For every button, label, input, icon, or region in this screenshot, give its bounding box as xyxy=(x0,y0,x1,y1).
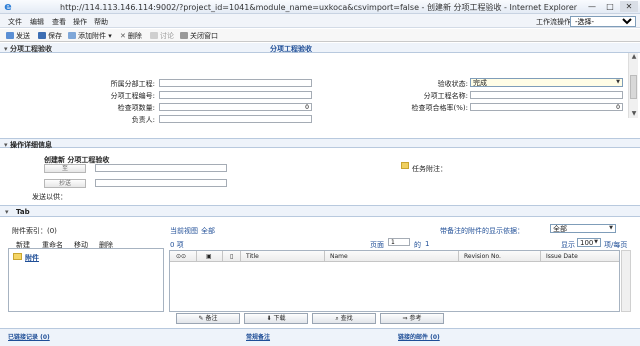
chevron-down-icon: ▼ xyxy=(616,79,620,85)
owner-label: 负责人: xyxy=(131,116,155,124)
sub-project-field[interactable] xyxy=(159,79,312,87)
toolbar: 发送 保存 添加附件 ▾ ✕ 删除 讨论 关闭窗口 xyxy=(0,29,640,42)
scroll-up-icon[interactable]: ▲ xyxy=(629,53,639,61)
current-view-label: 当前视图 xyxy=(170,227,198,235)
delete-button[interactable]: ✕ 删除 xyxy=(120,31,142,41)
menu-action[interactable]: 操作 xyxy=(73,17,87,27)
form-title: 分项工程验收 xyxy=(270,45,312,53)
discuss-icon xyxy=(150,32,158,39)
save-icon xyxy=(38,32,46,39)
folder-attachments[interactable]: 附件 xyxy=(25,253,39,263)
folder-tree: 附件 xyxy=(8,248,164,312)
send-button[interactable]: 发送 xyxy=(6,31,30,41)
per-page-select[interactable]: 100 ▼ xyxy=(577,238,601,247)
note-button[interactable]: ✎ 备注 xyxy=(176,313,240,324)
item-name-field[interactable] xyxy=(470,91,623,99)
item-no-label: 分项工程编号: xyxy=(110,92,155,100)
grid-header: ⊙⊙ ▣ ▯ Title Name Revision No. Issue Dat… xyxy=(170,251,619,262)
title-bar: e http://114.113.146.114:9002/?project_i… xyxy=(0,0,640,14)
attachment-grid: ⊙⊙ ▣ ▯ Title Name Revision No. Issue Dat… xyxy=(169,250,620,312)
menu-view[interactable]: 查看 xyxy=(52,17,66,27)
workflow-label: 工作流操作 xyxy=(536,18,571,26)
tracked-records-link[interactable]: 已链接记录 (0) xyxy=(8,332,50,341)
item-count: 0 项 xyxy=(170,241,184,249)
cc-field[interactable] xyxy=(95,179,227,187)
maximize-button[interactable]: □ xyxy=(602,1,618,12)
reference-button[interactable]: ⇒ 参考 xyxy=(380,313,444,324)
delete-x-icon: ✕ xyxy=(120,32,126,40)
detail-header: ▾ 操作详细信息 xyxy=(0,138,640,149)
cc-button[interactable]: 抄送 xyxy=(44,179,86,188)
menu-edit[interactable]: 编辑 xyxy=(30,17,44,27)
send-to-label: 发送以供： xyxy=(32,193,67,201)
link-icon: ⊙⊙ xyxy=(176,253,187,260)
ie-logo-icon: e xyxy=(4,0,12,13)
close-form-button[interactable]: 关闭窗口 xyxy=(180,31,218,41)
collapse-icon[interactable]: ▾ xyxy=(5,208,9,216)
col-revision[interactable]: Revision No. xyxy=(464,253,501,260)
filter-label: 带备注的附件的显示依据： xyxy=(440,227,524,235)
scroll-thumb[interactable] xyxy=(630,75,637,99)
filter-select[interactable]: 全部 ▼ xyxy=(550,224,616,233)
status-bar: 已链接记录 (0) 常规备注 链接的邮件 (0) xyxy=(0,328,640,346)
close-window-button[interactable]: ✕ xyxy=(620,1,638,12)
minimize-button[interactable]: — xyxy=(584,1,600,12)
current-view-link[interactable]: 全部 xyxy=(201,226,215,236)
tab-header: ▾ Tab xyxy=(0,205,640,217)
send-icon xyxy=(6,32,14,39)
owner-field[interactable] xyxy=(159,115,312,123)
scroll-down-icon[interactable]: ▼ xyxy=(629,110,639,118)
show-label: 显示 xyxy=(561,241,575,249)
window-title: http://114.113.146.114:9002/?project_id=… xyxy=(60,3,578,12)
grid-scrollbar[interactable] xyxy=(621,250,631,312)
tab-label[interactable]: Tab xyxy=(16,208,30,216)
save-button[interactable]: 保存 xyxy=(38,31,62,41)
menu-file[interactable]: 文件 xyxy=(8,17,22,27)
workflow-select[interactable]: -选择- xyxy=(570,16,636,27)
menu-bar: 文件 编辑 查看 操作 帮助 工作流操作 -选择- xyxy=(0,14,640,28)
col-name[interactable]: Name xyxy=(330,253,348,260)
find-button[interactable]: ⌕ 查找 xyxy=(312,313,376,324)
discuss-button[interactable]: 讨论 xyxy=(150,31,174,41)
col-issue-date[interactable]: Issue Date xyxy=(546,253,578,260)
to-button[interactable]: 至 xyxy=(44,164,86,173)
close-doc-icon xyxy=(180,32,188,39)
col-title[interactable]: Title xyxy=(246,253,259,260)
status-select[interactable]: 完成 ▼ xyxy=(470,78,623,87)
per-page-label: 项/每页 xyxy=(604,241,628,249)
total-pages: 1 xyxy=(425,240,430,248)
item-no-field[interactable] xyxy=(159,91,312,99)
menu-help[interactable]: 帮助 xyxy=(94,17,108,27)
check-count-field[interactable]: 0 xyxy=(159,103,312,111)
status-label: 验收状态: xyxy=(437,80,468,88)
page-label: 页面 xyxy=(370,241,384,249)
linked-mails-link[interactable]: 链接的邮件 (0) xyxy=(398,332,440,341)
of-label: 的 xyxy=(414,241,421,249)
sub-project-label: 所属分部工程: xyxy=(110,80,155,88)
attachment-index: 附件索引：(0) xyxy=(12,227,57,235)
pass-rate-field[interactable]: 0 xyxy=(470,103,623,111)
page-input[interactable]: 1 xyxy=(388,238,410,246)
to-field[interactable] xyxy=(95,164,227,172)
note-icon xyxy=(401,162,409,169)
attachment-type-icon: ▣ xyxy=(206,253,212,260)
form-section-label: ▾ 分项工程验收 xyxy=(4,45,52,53)
chevron-down-icon: ▼ xyxy=(594,239,598,245)
folder-icon xyxy=(13,253,22,260)
pass-rate-label: 检查项合格率(%): xyxy=(411,104,468,112)
general-notes-link[interactable]: 常规备注 xyxy=(246,332,270,341)
download-button[interactable]: ⬇ 下载 xyxy=(244,313,308,324)
check-count-label: 检查项数量: xyxy=(117,104,155,112)
chevron-down-icon: ▼ xyxy=(609,225,613,231)
detail-section-label: ▾ 操作详细信息 xyxy=(4,141,52,149)
add-attachment-button[interactable]: 添加附件 ▾ xyxy=(68,31,112,41)
form-header: ▾ 分项工程验收 分项工程验收 xyxy=(0,43,640,53)
form-scrollbar[interactable]: ▲ ▼ xyxy=(628,53,638,118)
task-note-label: 任务附注： xyxy=(412,165,447,173)
document-icon: ▯ xyxy=(230,253,234,260)
paperclip-icon xyxy=(68,32,76,39)
item-name-label: 分项工程名称: xyxy=(423,92,468,100)
